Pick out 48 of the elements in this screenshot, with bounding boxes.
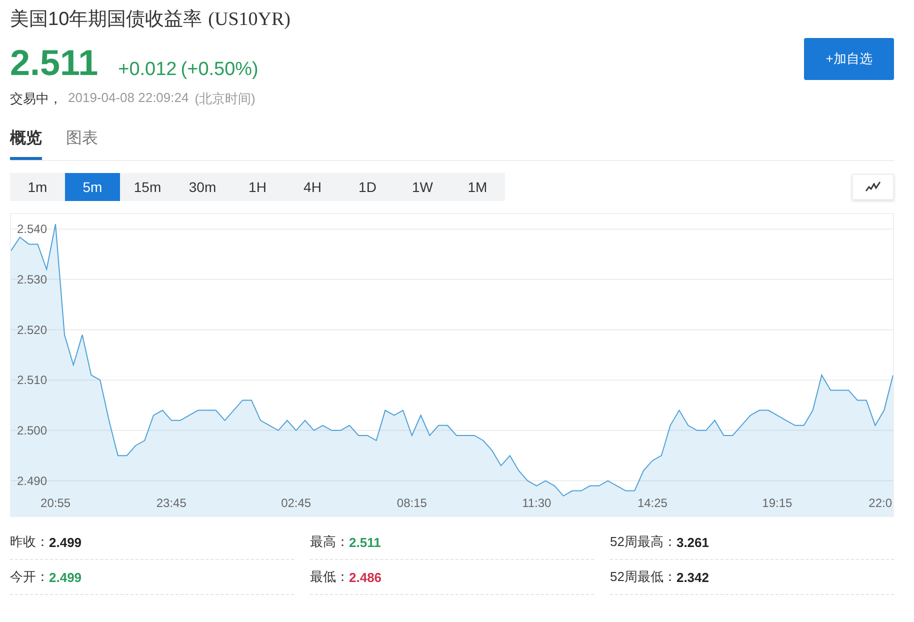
stat-value: 2.486 [349,570,382,584]
stat-label: 最高： [310,533,349,551]
chart-type-button[interactable] [852,174,894,200]
interval-button[interactable]: 4H [285,173,340,201]
price-change: +0.012 [118,59,177,81]
instrument-title: 美国10年期国债收益率 [10,8,202,32]
percent-change: (+0.50%) [180,59,258,81]
y-axis-label: 2.540 [17,222,48,236]
y-axis-label: 2.500 [17,423,48,438]
x-axis-label: 19:15 [762,496,792,510]
line-chart-icon [865,181,881,193]
interval-button[interactable]: 30m [175,173,230,201]
x-axis-label: 08:15 [396,496,427,510]
interval-button[interactable]: 5m [65,173,120,201]
y-axis-label: 2.510 [17,373,48,388]
tab[interactable]: 图表 [66,124,98,160]
stat-label: 昨收： [10,533,49,551]
y-axis-label: 2.490 [17,474,48,488]
x-axis-label: 20:55 [40,496,71,510]
timezone-label: (北京时间) [194,90,256,108]
ticker-symbol: (US10YR) [208,9,290,31]
stat-value: 2.499 [49,570,82,584]
stat-label: 今开： [10,568,49,586]
price-value: 2.511 [10,42,98,84]
add-watchlist-button[interactable]: +加自选 [804,38,894,80]
stat-label: 52周最高： [610,533,676,551]
timestamp: 2019-04-08 22:09:24 [68,90,189,107]
stat-value: 2.342 [676,570,710,584]
y-axis-label: 2.520 [17,322,48,337]
x-axis-label: 23:45 [156,496,186,510]
y-axis-label: 2.530 [17,272,48,286]
x-axis-label: 02:45 [281,496,312,510]
interval-button[interactable]: 1m [10,173,65,201]
x-axis-label: 11:30 [522,496,552,510]
stat-value: 2.511 [349,534,381,550]
x-axis-label: 22:0 [868,496,892,510]
x-axis-label: 14:25 [637,496,668,510]
trading-status: 交易中， [10,90,62,108]
interval-button[interactable]: 1D [340,173,395,201]
tab[interactable]: 概览 [10,124,42,160]
interval-button[interactable]: 1M [450,173,505,201]
interval-button[interactable]: 1H [230,173,285,201]
stat-label: 52周最低： [610,568,676,586]
stat-value: 2.499 [49,534,82,550]
interval-button[interactable]: 15m [120,173,175,201]
stat-label: 最低： [310,568,349,586]
stat-value: 3.261 [676,534,710,550]
interval-button[interactable]: 1W [395,173,450,201]
